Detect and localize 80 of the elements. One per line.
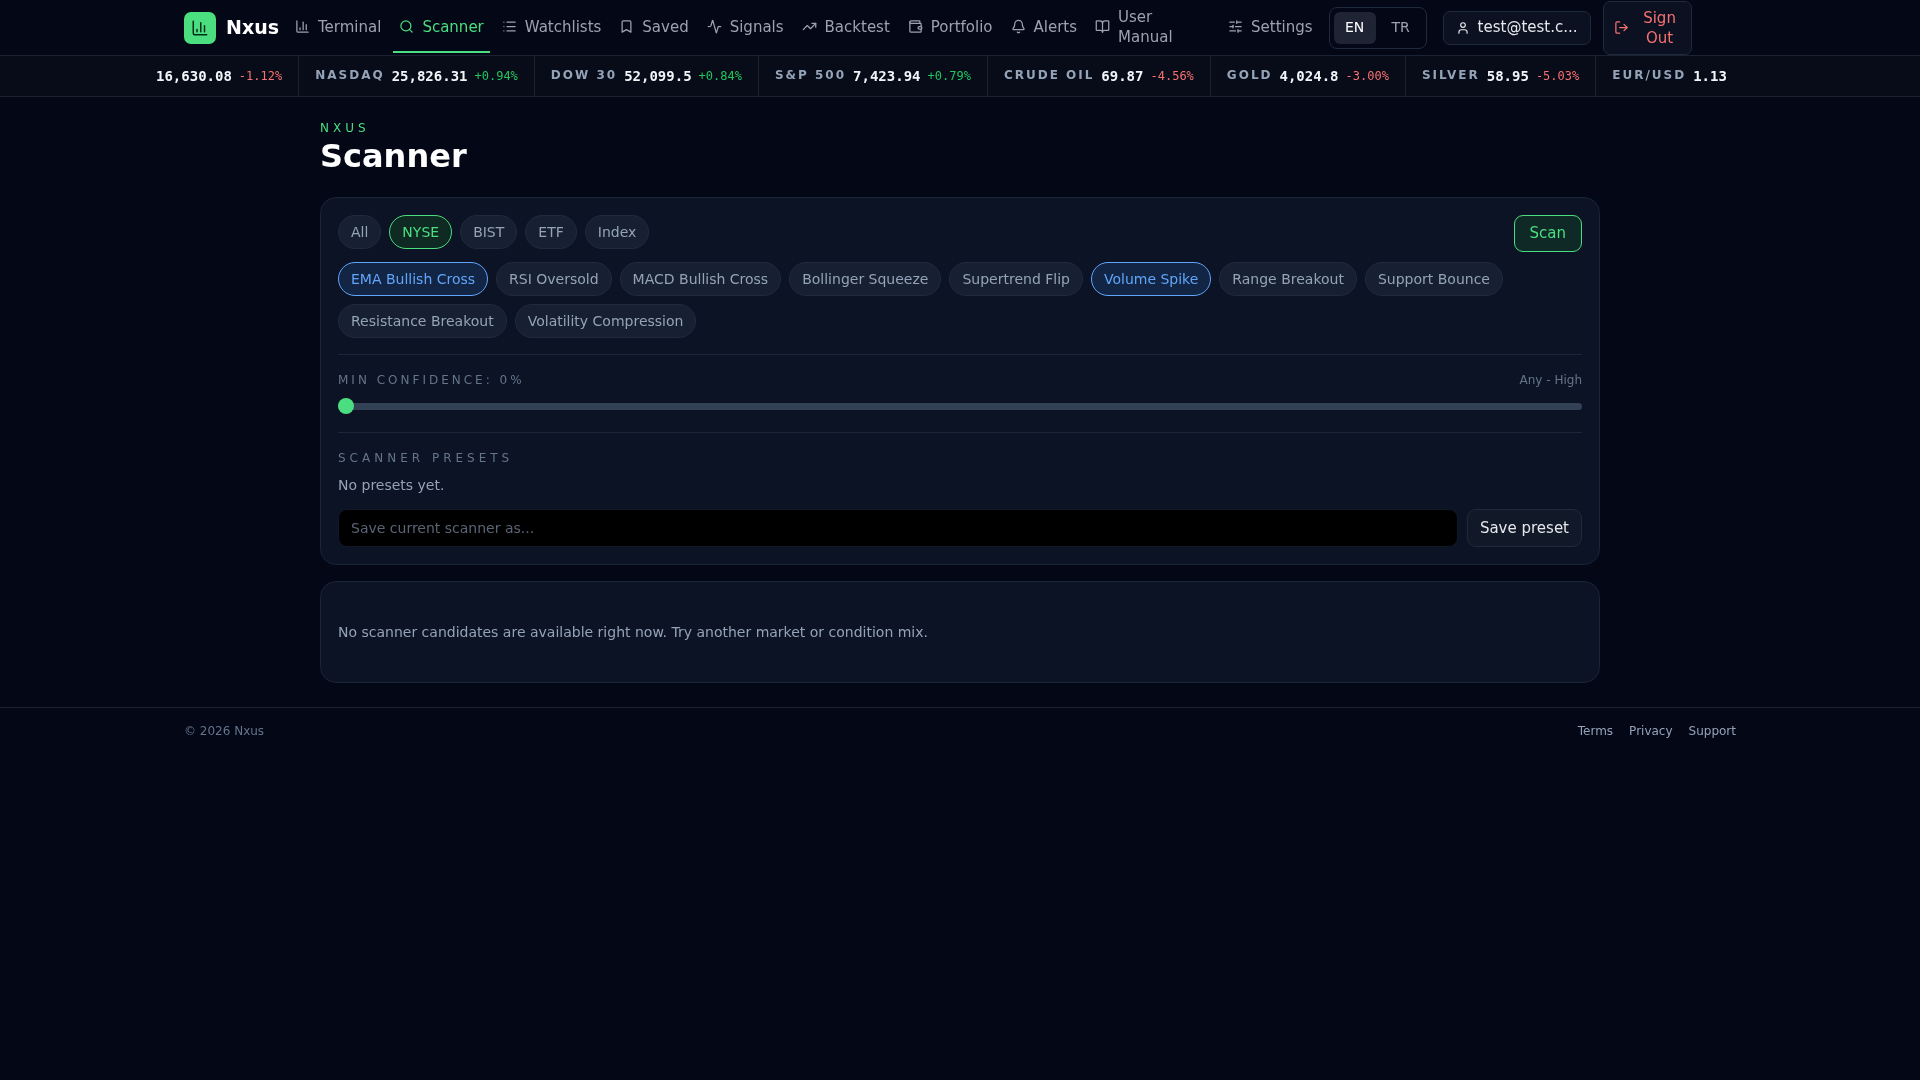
ticker-change: +0.79% [927, 68, 971, 85]
confidence-slider[interactable] [338, 398, 1582, 414]
nav-tab[interactable]: Backtest [795, 2, 896, 53]
ticker-price: 4,024.8 [1279, 66, 1339, 86]
ticker-price: 69.87 [1101, 66, 1144, 86]
book-icon [1095, 19, 1111, 34]
nav-tab[interactable]: Scanner [393, 2, 490, 53]
footer-link[interactable]: Support [1688, 722, 1736, 740]
presets-empty-text: No presets yet. [338, 476, 446, 495]
condition-chip[interactable]: Range Breakout [1219, 262, 1357, 296]
wallet-icon [907, 19, 923, 34]
nav-tab[interactable]: Portfolio [901, 2, 999, 53]
condition-chip[interactable]: Volatility Compression [514, 304, 697, 338]
slider-thumb[interactable] [338, 398, 354, 414]
market-chip[interactable]: NYSE [389, 215, 453, 249]
search-icon [399, 19, 415, 34]
market-chip[interactable]: All [338, 215, 382, 249]
settings-icon [1228, 19, 1244, 34]
ticker-change: -4.56% [1150, 68, 1194, 85]
save-preset-button[interactable]: Save preset [1466, 509, 1582, 547]
brand-name: Nxus [226, 15, 279, 41]
ticker-change: +0.94% [474, 68, 518, 85]
confidence-range: Any - High [1519, 372, 1582, 389]
condition-chip[interactable]: EMA Bullish Cross [338, 262, 489, 296]
logo-icon [184, 11, 216, 44]
sign-out-button[interactable]: Sign Out [1602, 0, 1692, 55]
presets-heading: SCANNER PRESETS [338, 450, 515, 467]
results-empty-text: No scanner candidates are available right now. Try another market or condition mix. [338, 622, 928, 642]
nav-tab[interactable]: Watchlists [495, 2, 608, 53]
language-option[interactable]: TR [1379, 11, 1422, 44]
market-chip[interactable]: Index [584, 215, 650, 249]
condition-chip[interactable]: Support Bounce [1364, 262, 1503, 296]
copyright-text: © 2026 Nxus [184, 723, 265, 740]
ticker-change: -3.00% [1345, 68, 1389, 85]
scan-button[interactable]: Scan [1513, 215, 1582, 252]
language-option[interactable]: EN [1333, 11, 1376, 44]
nav-tab[interactable]: Signals [700, 2, 790, 53]
ticker-change: -1.12% [238, 68, 283, 85]
bar-chart-icon [295, 19, 310, 34]
ticker-label: S&P 500 [774, 67, 847, 84]
condition-chip[interactable]: Bollinger Squeeze [789, 262, 942, 296]
condition-chip[interactable]: RSI Oversold [496, 262, 612, 296]
bell-icon [1010, 19, 1026, 34]
ticker-price: 7,423.94 [853, 66, 921, 86]
nav-tab[interactable]: Settings [1222, 2, 1319, 53]
nav-tab[interactable]: Alerts [1004, 2, 1084, 53]
ticker-change: -5.03% [1535, 68, 1580, 85]
list-icon [501, 19, 517, 34]
ticker-price: 25,826.31 [391, 66, 468, 86]
ticker-change: +0.84% [698, 68, 742, 85]
nav-tab[interactable]: User Manual [1089, 2, 1177, 53]
nav-tab[interactable]: Saved [613, 2, 695, 53]
page-eyebrow: NXUS [320, 120, 371, 137]
condition-chip[interactable]: Volume Spike [1090, 262, 1212, 296]
ticker-label: DOW 30 [550, 67, 618, 84]
condition-chip[interactable]: MACD Bullish Cross [619, 262, 782, 296]
market-chip[interactable]: ETF [525, 215, 577, 249]
user-menu-button[interactable]: test@test.c... [1442, 10, 1591, 45]
preset-name-field[interactable]: Save current scanner as... [338, 509, 1458, 547]
ticker-label: EUR/USD [1612, 67, 1687, 84]
sign-out-icon [1613, 20, 1629, 35]
ticker-price: 16,630.08 [156, 66, 232, 86]
ticker-label: GOLD [1226, 67, 1273, 84]
footer-link[interactable]: Terms [1577, 722, 1614, 740]
condition-chip[interactable]: Resistance Breakout [338, 304, 507, 338]
confidence-label: MIN CONFIDENCE: 0% [338, 372, 525, 389]
bookmark-icon [619, 19, 635, 34]
user-icon [1455, 20, 1470, 35]
ticker-price: 1.13 [1693, 66, 1727, 86]
ticker-price: 58.95 [1486, 66, 1529, 86]
ticker-label: SILVER [1421, 67, 1480, 84]
ticker-label: CRUDE OIL [1003, 67, 1095, 84]
ticker-label: NASDAQ [315, 67, 385, 84]
page-title: Scanner [320, 137, 468, 175]
pulse-icon [706, 19, 722, 34]
ticker-price: 52,099.5 [624, 66, 692, 86]
market-chip[interactable]: BIST [460, 215, 518, 249]
condition-chip[interactable]: Supertrend Flip [949, 262, 1083, 296]
nav-tab[interactable]: Terminal [289, 2, 388, 53]
footer-link[interactable]: Privacy [1629, 722, 1673, 740]
